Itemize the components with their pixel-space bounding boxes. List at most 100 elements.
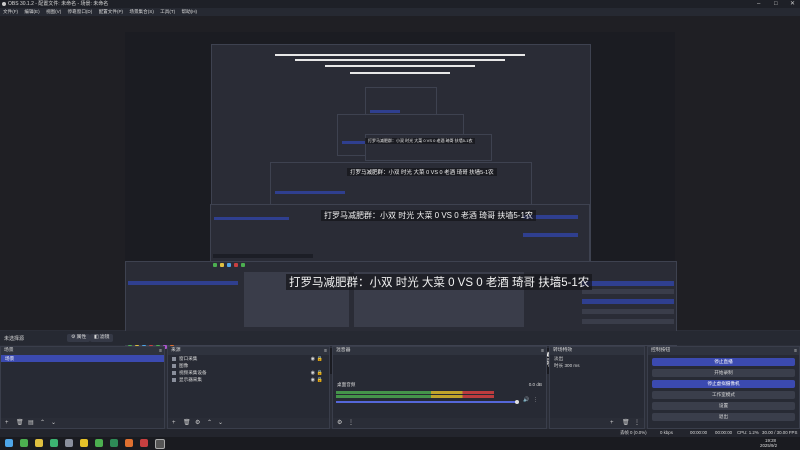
- transitions-dock: 转场特效 淡出 时长 300 ms + 🗑 ⋮: [549, 346, 645, 429]
- settings-button[interactable]: 设置: [652, 402, 795, 410]
- preview-area[interactable]: 打罗马减肥群：小双 时光 大菜 0 VS 0 老酒 琦哥 扶墙5-1农 打罗马减…: [0, 16, 800, 374]
- studio-mode-button[interactable]: 工作室模式: [652, 391, 795, 399]
- volume-slider-knob[interactable]: [515, 400, 519, 404]
- filters-button[interactable]: ◧ 滤镜: [90, 334, 114, 342]
- transitions-header: 转场特效: [550, 347, 644, 355]
- mixer-track-name: 桌面音频: [337, 382, 356, 387]
- gear-icon[interactable]: ⚙: [337, 420, 343, 426]
- menu-bar: 文件(F) 编辑(E) 视图(V) 停靠窗口(D) 配置文件(P) 场景集合(S…: [0, 8, 800, 16]
- scenes-header: 场景 ≡: [1, 347, 164, 355]
- trash-icon[interactable]: 🗑: [16, 420, 24, 426]
- scenes-toolbar: + 🗑 ▤ ⌃ ⌄: [1, 418, 164, 428]
- window-titlebar: OBS 30.1.2 - 配置文件: 未命名 - 场景: 未命名 – □ ✕: [0, 0, 800, 8]
- monitor-icon: [172, 377, 176, 382]
- app-icon[interactable]: [65, 439, 73, 447]
- start-icon[interactable]: [5, 439, 13, 447]
- maximize-icon[interactable]: □: [774, 0, 778, 8]
- stop-virtual-camera-button[interactable]: 停止虚拟摄像机: [652, 380, 795, 388]
- transitions-toolbar: + 🗑 ⋮: [550, 418, 644, 428]
- dropped-frames: 丢帧 0 (0.0%): [620, 430, 647, 435]
- add-icon[interactable]: +: [610, 420, 616, 426]
- nested-taskbar: [213, 254, 313, 267]
- menu-docks[interactable]: 停靠窗口(D): [68, 8, 93, 16]
- overlay-text-nested: 打罗马减肥群：小双 时光 大菜 0 VS 0 老酒 琦哥 扶墙5-1农: [321, 210, 536, 221]
- image-icon: [172, 363, 176, 368]
- app-icon[interactable]: [140, 439, 148, 447]
- rec-time: 00:00:00: [715, 430, 733, 435]
- lock-icon[interactable]: 🔒: [317, 377, 323, 384]
- exit-button[interactable]: 退出: [652, 413, 795, 421]
- speaker-icon[interactable]: 🔊: [523, 397, 529, 403]
- transition-duration[interactable]: 时长 300 ms: [550, 362, 644, 369]
- nested-line: [295, 59, 505, 61]
- filter-icon[interactable]: ▤: [28, 420, 34, 426]
- source-item[interactable]: 视频采集设备 ◉ 🔒: [168, 369, 329, 376]
- start-recording-button[interactable]: 开始录制: [652, 369, 795, 377]
- trash-icon[interactable]: 🗑: [622, 420, 630, 426]
- camera-icon: [172, 370, 176, 375]
- scenes-dock: 场景 ≡ 场景 + 🗑 ▤ ⌃ ⌄: [0, 346, 165, 429]
- folder-icon[interactable]: [35, 439, 43, 447]
- app-icon[interactable]: [95, 439, 103, 447]
- menu-tools[interactable]: 工具(T): [160, 8, 175, 16]
- more-icon[interactable]: ⋮: [634, 420, 640, 426]
- gear-icon[interactable]: ⚙: [195, 420, 201, 426]
- dock-menu-icon[interactable]: ≡: [159, 348, 162, 354]
- obs-taskbar-icon[interactable]: [155, 439, 165, 449]
- volume-meter: [336, 391, 494, 394]
- app-icon[interactable]: [80, 439, 88, 447]
- more-icon[interactable]: ⋮: [533, 397, 538, 403]
- menu-edit[interactable]: 编辑(E): [24, 8, 39, 16]
- transition-select[interactable]: 淡出: [550, 355, 644, 362]
- sources-dock: 来源 ≡ 窗口采集 ◉ 🔒 图像 视频采集设备 ◉ 🔒 显示器采集 ◉ 🔒 + 🗑 ⚙ ⌃ ⌄: [167, 346, 330, 429]
- source-item[interactable]: 显示器采集 ◉ 🔒: [168, 376, 329, 383]
- fps: 30.00 / 30.00 FPS: [762, 430, 798, 435]
- nested-line: [325, 65, 475, 67]
- menu-view[interactable]: 视图(V): [46, 8, 61, 16]
- mixer-toolbar: ⚙ ⋮: [333, 418, 546, 428]
- overlay-text-nested: 打罗马减肥群：小双 时光 大菜 0 VS 0 老酒 琦哥 扶墙5-1农: [365, 138, 476, 144]
- window-title: OBS 30.1.2 - 配置文件: 未命名 - 场景: 未命名: [8, 1, 109, 7]
- dock-menu-icon[interactable]: ≡: [541, 348, 544, 354]
- move-up-icon[interactable]: ⌃: [207, 420, 213, 426]
- source-item[interactable]: 窗口采集 ◉ 🔒: [168, 355, 329, 362]
- close-icon[interactable]: ✕: [790, 0, 795, 8]
- move-down-icon[interactable]: ⌄: [218, 420, 224, 426]
- wechat-icon[interactable]: [20, 439, 28, 447]
- overlay-text-nested: 打罗马减肥群：小双 时光 大菜 0 VS 0 老酒 琦哥 扶墙5-1农: [347, 168, 497, 176]
- add-icon[interactable]: +: [172, 420, 178, 426]
- properties-button[interactable]: ⚙ 属性: [67, 334, 91, 342]
- preview-capture-image: 打罗马减肥群：小双 时光 大菜 0 VS 0 老酒 琦哥 扶墙5-1农 打罗马减…: [125, 32, 677, 349]
- source-item[interactable]: 图像: [168, 362, 329, 369]
- no-source-selected-label: 未选择源: [4, 336, 25, 342]
- menu-help[interactable]: 帮助(H): [181, 8, 197, 16]
- dock-menu-icon[interactable]: ≡: [794, 348, 797, 354]
- controls-dock: 控制按钮 ≡ 停止直播 开始录制 停止虚拟摄像机 工作室模式 设置 退出: [647, 346, 800, 429]
- windows-taskbar: 19:28 2025/9/2: [0, 437, 800, 450]
- app-icon[interactable]: [110, 439, 118, 447]
- mixer-dock: 混音器 ≡ 桌面音频 0.0 dB 🔊 ⋮ ⚙ ⋮: [332, 346, 547, 429]
- stop-streaming-button[interactable]: 停止直播: [652, 358, 795, 366]
- mixer-track-db: 0.0 dB: [528, 382, 542, 387]
- more-icon[interactable]: ⋮: [348, 420, 354, 426]
- visibility-icon[interactable]: ◉: [311, 377, 315, 384]
- volume-slider[interactable]: [336, 401, 516, 403]
- menu-profile[interactable]: 配置文件(P): [99, 8, 124, 16]
- move-down-icon[interactable]: ⌄: [51, 420, 57, 426]
- mixer-header: 混音器 ≡: [333, 347, 546, 355]
- trash-icon[interactable]: 🗑: [183, 420, 191, 426]
- app-icon[interactable]: [50, 439, 58, 447]
- dock-menu-icon[interactable]: ≡: [324, 348, 327, 354]
- menu-scene-collection[interactable]: 场景集合(S): [129, 8, 154, 16]
- window-icon: [172, 356, 176, 361]
- status-bar: 丢帧 0 (0.0%) 0 kbps 00:00:00 00:00:00 CPU…: [0, 429, 800, 437]
- add-icon[interactable]: +: [5, 420, 11, 426]
- sources-toolbar: + 🗑 ⚙ ⌃ ⌄: [168, 418, 329, 428]
- move-up-icon[interactable]: ⌃: [40, 420, 46, 426]
- minimize-icon[interactable]: –: [757, 0, 760, 8]
- app-icon[interactable]: [125, 439, 133, 447]
- menu-file[interactable]: 文件(F): [3, 8, 18, 16]
- cpu-usage: CPU: 1.2%: [737, 430, 759, 435]
- scene-item[interactable]: 场景: [1, 355, 164, 362]
- nested-line: [275, 54, 525, 56]
